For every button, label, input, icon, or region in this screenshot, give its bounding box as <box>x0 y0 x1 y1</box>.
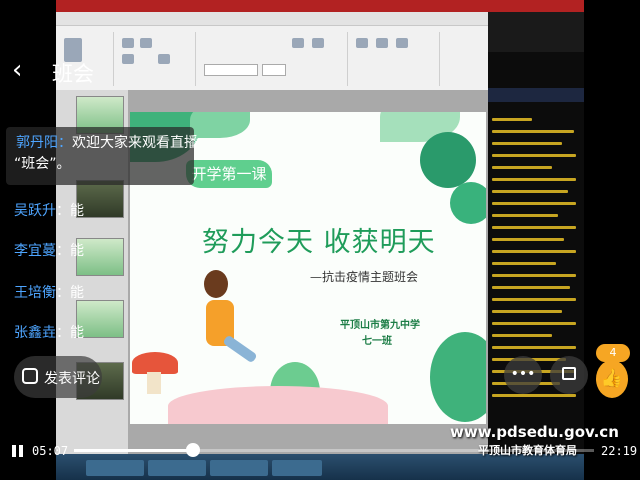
thumbs-up-icon: 👍 <box>600 368 624 389</box>
girl-head <box>204 270 228 298</box>
welcome-sender: 郭丹阳： <box>16 135 72 151</box>
more-icon: ••• <box>510 366 536 382</box>
girl-legs <box>222 334 258 364</box>
back-button[interactable]: ‹ <box>12 54 34 86</box>
current-time: 05:07 <box>32 444 69 458</box>
open-book-illustration <box>168 386 388 424</box>
ppt-ribbon <box>56 12 488 90</box>
comment-icon <box>22 368 38 384</box>
pause-button[interactable] <box>10 443 26 459</box>
comment-item: 李宜蔓：能 <box>14 240 84 262</box>
cast-button[interactable] <box>550 356 588 394</box>
comment-author: 吴跃升 <box>14 203 56 219</box>
progress-fill <box>74 449 194 452</box>
mushroom-illustration <box>132 352 178 374</box>
comment-author: 李宜蔓 <box>14 243 56 259</box>
slide-title: 努力今天 收获明天 <box>202 227 436 258</box>
comment-text: ：能 <box>56 243 84 259</box>
post-comment-button[interactable]: 发表评论 <box>14 356 102 398</box>
progress-knob[interactable] <box>186 443 201 457</box>
comment-item: 王培衡：能 <box>14 282 84 304</box>
welcome-text: 欢迎大家来观看直播 <box>72 135 198 151</box>
total-time: 22:19 <box>601 444 638 458</box>
welcome-message: 郭丹阳： 欢迎大家来观看直播 “班会”。 <box>6 127 198 185</box>
ppt-titlebar <box>56 0 584 12</box>
comment-author: 张鑫垚 <box>14 325 56 341</box>
welcome-text-line2: “班会”。 <box>14 156 71 172</box>
watermark-url: www.pdsedu.gov.cn <box>450 423 619 441</box>
cast-icon <box>562 367 576 380</box>
mushroom-stem <box>147 372 161 394</box>
more-options-button[interactable]: ••• <box>504 356 542 394</box>
comment-item: 张鑫垚：能 <box>14 322 84 344</box>
comment-author: 王培衡 <box>14 285 56 301</box>
post-comment-label: 发表评论 <box>44 371 100 387</box>
slide-lesson-tag: 开学第一课 <box>186 160 272 188</box>
like-button[interactable]: 👍 <box>596 360 628 398</box>
comment-text: ：能 <box>56 325 84 341</box>
progress-bar[interactable] <box>74 443 594 457</box>
page-title: 班会 <box>52 62 94 86</box>
comment-item: 吴跃升：能 <box>14 200 84 222</box>
slide-school: 平顶山市第九中学 <box>340 320 420 331</box>
comment-text: ：能 <box>56 203 84 219</box>
comment-text: ：能 <box>56 285 84 301</box>
slide-class: 七一班 <box>362 336 392 347</box>
chevron-left-icon: ‹ <box>12 55 23 85</box>
slide-subtitle: —抗击疫情主题班会 <box>310 270 419 284</box>
